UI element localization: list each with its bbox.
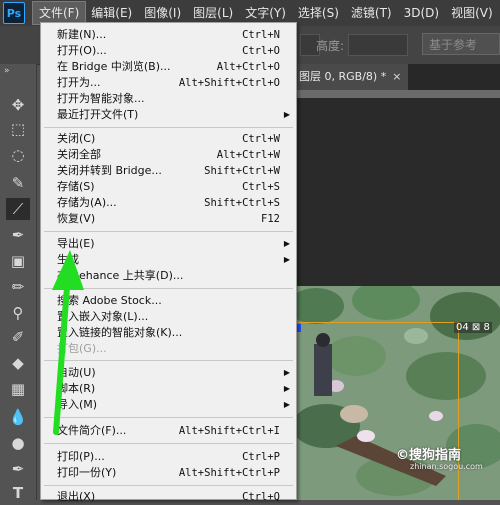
watermark: ©搜狗指南 bbox=[396, 448, 462, 463]
menu-item-print-one-copy[interactable]: 打印一份(Y) Alt+Shift+Ctrl+P bbox=[41, 465, 296, 481]
menu-separator bbox=[44, 485, 293, 486]
eraser-tool-icon[interactable]: ◆ bbox=[6, 352, 30, 374]
ruler bbox=[296, 90, 500, 98]
menu-item-file-info[interactable]: 文件简介(F)... Alt+Shift+Ctrl+I bbox=[41, 423, 296, 439]
document-tab-title: 图层 0, RGB/8) * bbox=[299, 70, 387, 83]
menu-item-revert[interactable]: 恢复(V) F12 bbox=[41, 211, 296, 227]
menu-type[interactable]: 文字(Y) bbox=[239, 2, 292, 24]
menu-item-browse-in-bridge[interactable]: 在 Bridge 中浏览(B)... Alt+Ctrl+O bbox=[41, 59, 296, 75]
pen-tool-icon[interactable]: ✒ bbox=[6, 458, 30, 480]
submenu-arrow-icon: ▶ bbox=[283, 400, 290, 409]
menu-edit[interactable]: 编辑(E) bbox=[85, 2, 138, 24]
menu-item-open-as-smart-object[interactable]: 打开为智能对象... bbox=[41, 91, 296, 107]
menu-layer[interactable]: 图层(L) bbox=[187, 2, 239, 24]
submenu-arrow-icon: ▶ bbox=[283, 368, 290, 377]
menu-file[interactable]: 文件(F) bbox=[31, 1, 87, 25]
menu-item-recent-files[interactable]: 最近打开文件(T) ▶ bbox=[41, 107, 296, 123]
menu-item-open[interactable]: 打开(O)... Ctrl+O bbox=[41, 43, 296, 59]
menu-item-search-adobe-stock[interactable]: 搜索 Adobe Stock... bbox=[41, 293, 296, 309]
menu-item-place-embedded[interactable]: 置入嵌入对象(L)... bbox=[41, 309, 296, 325]
menu-separator bbox=[44, 360, 293, 361]
healing-tool-icon[interactable]: ▣ bbox=[6, 250, 30, 272]
brush-tool-icon[interactable]: ✏ bbox=[6, 276, 30, 298]
menu-filter[interactable]: 滤镜(T) bbox=[345, 2, 398, 24]
menu-item-save[interactable]: 存储(S) Ctrl+S bbox=[41, 179, 296, 195]
menu-3d[interactable]: 3D(D) bbox=[398, 2, 445, 24]
file-menu-dropdown: 新建(N)... Ctrl+N 打开(O)... Ctrl+O 在 Bridge 中… bbox=[40, 22, 297, 503]
history-brush-tool-icon[interactable]: ✐ bbox=[6, 326, 30, 348]
menu-view[interactable]: 视图(V) bbox=[445, 2, 499, 24]
menu-image[interactable]: 图像(I) bbox=[138, 2, 187, 24]
canvas-background bbox=[296, 98, 500, 286]
photoshop-logo: Ps bbox=[3, 2, 25, 24]
menu-separator bbox=[44, 127, 293, 128]
menu-separator bbox=[44, 231, 293, 232]
collapse-icon[interactable]: » bbox=[4, 66, 10, 76]
menu-item-exit[interactable]: 退出(X) Ctrl+Q bbox=[41, 489, 296, 505]
menu-select[interactable]: 选择(S) bbox=[292, 2, 345, 24]
tools-panel: » ✥ ⬚ ◌ ✎ ⟋ ✒ ▣ ✏ ⚲ ✐ ◆ ▦ 💧 ● ✒ T bbox=[0, 64, 37, 502]
menu-item-share-on-behance[interactable]: 在 Behance 上共享(D)... bbox=[41, 268, 296, 284]
submenu-arrow-icon: ▶ bbox=[283, 239, 290, 248]
move-tool-icon[interactable]: ✥ bbox=[6, 94, 30, 116]
submenu-arrow-icon: ▶ bbox=[283, 255, 290, 264]
close-icon[interactable]: × bbox=[392, 70, 401, 83]
menu-item-new[interactable]: 新建(N)... Ctrl+N bbox=[41, 27, 296, 43]
submenu-arrow-icon: ▶ bbox=[283, 384, 290, 393]
menu-item-open-as[interactable]: 打开为... Alt+Shift+Ctrl+O bbox=[41, 75, 296, 91]
guide-horizontal bbox=[296, 322, 458, 323]
watermark-url: zhinan.sogou.com bbox=[410, 462, 483, 471]
menu-item-export[interactable]: 导出(E) ▶ bbox=[41, 236, 296, 252]
menu-item-close[interactable]: 关闭(C) Ctrl+W bbox=[41, 131, 296, 147]
menu-separator bbox=[44, 417, 293, 418]
gradient-tool-icon[interactable]: ▦ bbox=[6, 378, 30, 400]
height-label: 高度: bbox=[316, 39, 345, 53]
crop-tool-icon[interactable]: ⟋ bbox=[6, 198, 30, 220]
menu-separator bbox=[44, 288, 293, 289]
marquee-tool-icon[interactable]: ⬚ bbox=[6, 118, 30, 140]
lasso-tool-icon[interactable]: ◌ bbox=[6, 144, 30, 166]
menu-item-scripts[interactable]: 脚本(R) ▶ bbox=[41, 381, 296, 397]
clone-stamp-tool-icon[interactable]: ⚲ bbox=[6, 302, 30, 324]
height-input[interactable] bbox=[348, 34, 408, 56]
menu-item-close-all[interactable]: 关闭全部 Alt+Ctrl+W bbox=[41, 147, 296, 163]
menu-item-close-and-go-to-bridge[interactable]: 关闭并转到 Bridge... Shift+Ctrl+W bbox=[41, 163, 296, 179]
menu-item-save-as[interactable]: 存储为(A)... Shift+Ctrl+S bbox=[41, 195, 296, 211]
menu-item-generate[interactable]: 生成 ▶ bbox=[41, 252, 296, 268]
eyedropper-tool-icon[interactable]: ✒ bbox=[6, 224, 30, 246]
guide-vertical bbox=[458, 322, 459, 500]
menu-item-import[interactable]: 导入(M) ▶ bbox=[41, 397, 296, 413]
menu-separator bbox=[44, 443, 293, 444]
photo-badge: 04 ⊠ 8 bbox=[454, 322, 492, 333]
reference-button[interactable]: 基于参考 bbox=[422, 33, 500, 55]
dodge-tool-icon[interactable]: ● bbox=[6, 432, 30, 454]
blur-tool-icon[interactable]: 💧 bbox=[6, 406, 30, 428]
type-tool-icon[interactable]: T bbox=[6, 482, 30, 504]
menu-item-print[interactable]: 打印(P)... Ctrl+P bbox=[41, 449, 296, 465]
submenu-arrow-icon: ▶ bbox=[283, 110, 290, 119]
quick-select-tool-icon[interactable]: ✎ bbox=[6, 172, 30, 194]
menu-item-package[interactable]: 打包(G)... bbox=[41, 341, 296, 357]
menu-item-automate[interactable]: 自动(U) ▶ bbox=[41, 365, 296, 381]
document-tab[interactable]: 图层 0, RGB/8) * × bbox=[296, 64, 408, 90]
menu-item-place-linked[interactable]: 置入链接的智能对象(K)... bbox=[41, 325, 296, 341]
